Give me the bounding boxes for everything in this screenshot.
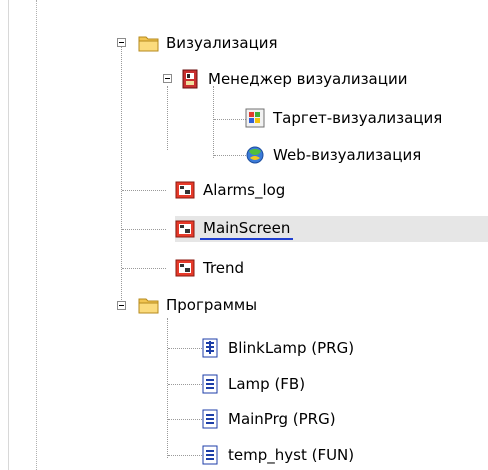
tree-item-label: Lamp (FB) [228, 375, 306, 393]
tree-item-label: Менеджер визуализации [208, 70, 408, 88]
tree-connector [122, 229, 166, 230]
program-icon [200, 409, 220, 429]
tree-indent-guide [36, 0, 37, 470]
function-icon [200, 445, 220, 465]
tree-connector [121, 44, 122, 304]
tree-connector [167, 86, 168, 150]
tree-item-label: Trend [203, 259, 245, 277]
tree-connector [122, 268, 166, 269]
tree-item-label: MainPrg (PRG) [228, 410, 336, 428]
tree-item-label: temp_hyst (FUN) [228, 446, 355, 464]
folder-icon [138, 33, 159, 53]
visualization-screen-icon [175, 258, 195, 278]
visualization-screen-icon [175, 219, 195, 239]
tree-item-main-screen[interactable]: MainScreen [175, 216, 488, 242]
tree-item-lamp[interactable]: Lamp (FB) [200, 371, 308, 397]
tree-item-label: Alarms_log [203, 181, 286, 199]
tree-item-label: Визуализация [166, 34, 278, 52]
panel-left-border [8, 0, 9, 470]
collapse-toggle-visualization[interactable] [117, 38, 126, 47]
tree-item-label: Web-визуализация [273, 146, 422, 164]
function-block-icon [200, 374, 220, 394]
tree-item-web-visualization[interactable]: Web-визуализация [245, 142, 424, 168]
tree-item-label: BlinkLamp (PRG) [228, 339, 355, 357]
tree-item-label: MainScreen [200, 219, 294, 240]
program-icon [200, 338, 220, 358]
target-visualization-icon [245, 108, 265, 128]
tree-item-blinklamp[interactable]: BlinkLamp (PRG) [200, 335, 357, 361]
tree-item-label: Таргет-визуализация [273, 109, 443, 127]
collapse-toggle-programs[interactable] [117, 301, 126, 310]
tree-item-visualization-manager[interactable]: Менеджер визуализации [180, 66, 410, 92]
tree-item-temp-hyst[interactable]: temp_hyst (FUN) [200, 442, 357, 468]
tree-connector [213, 86, 214, 158]
visualization-screen-icon [175, 180, 195, 200]
folder-icon [138, 295, 159, 315]
collapse-toggle-visu-manager[interactable] [163, 74, 172, 83]
tree-item-programs-folder[interactable]: Программы [138, 292, 260, 318]
tree-item-alarms-log[interactable]: Alarms_log [175, 177, 288, 203]
tree-item-label: Программы [166, 296, 258, 314]
tree-item-visualization-folder[interactable]: Визуализация [138, 30, 281, 56]
web-visualization-icon [245, 145, 265, 165]
tree-connector [122, 190, 166, 191]
tree-item-target-visualization[interactable]: Таргет-визуализация [245, 105, 445, 131]
tree-item-mainprg[interactable]: MainPrg (PRG) [200, 406, 339, 432]
visualization-manager-icon [180, 69, 200, 89]
tree-item-trend[interactable]: Trend [175, 255, 247, 281]
tree-connector [167, 318, 168, 458]
